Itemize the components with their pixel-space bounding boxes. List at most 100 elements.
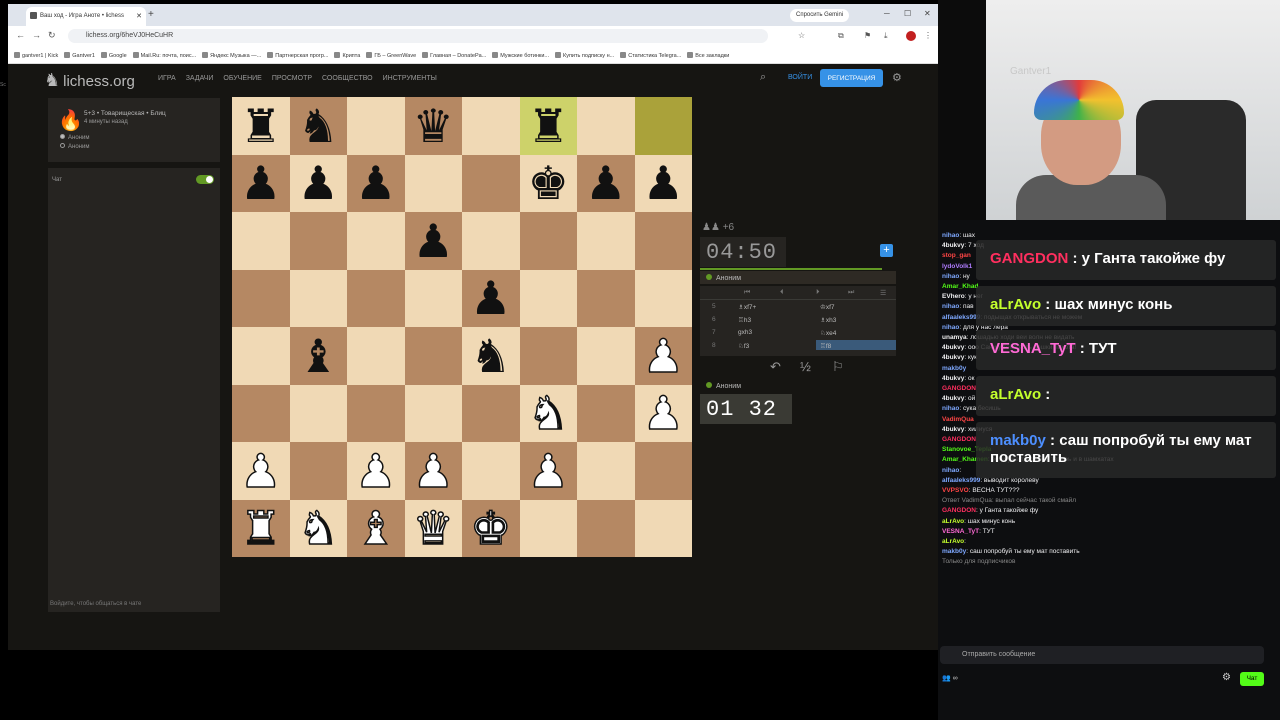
black-pawn-icon[interactable]: ♟ (355, 160, 396, 206)
chat-username[interactable]: 4bukvy (942, 354, 964, 361)
board-square[interactable]: ♝ (347, 499, 405, 557)
chat-username[interactable]: nihao (942, 232, 959, 239)
profile-avatar[interactable] (906, 31, 916, 41)
extensions-icon[interactable]: ⧉ (838, 31, 844, 41)
board-square[interactable] (577, 499, 635, 557)
chat-username[interactable]: EVhero (942, 293, 965, 300)
chat-message-input[interactable]: Отправить сообщение (940, 646, 1264, 664)
board-square[interactable] (289, 269, 347, 327)
board-square[interactable] (404, 384, 462, 442)
board-square[interactable] (347, 212, 405, 270)
board-square[interactable]: ♟ (519, 442, 577, 500)
board-square[interactable] (289, 212, 347, 270)
player-black[interactable]: Аноним (60, 143, 89, 150)
board-square[interactable] (462, 212, 520, 270)
board-square[interactable]: ♞ (289, 97, 347, 155)
takeback-icon[interactable]: ↶ (770, 359, 781, 375)
chat-username[interactable]: aLrAvo (942, 518, 964, 525)
downloads-icon[interactable]: ⤓ (884, 31, 888, 41)
board-square[interactable] (577, 97, 635, 155)
bookmark-item[interactable]: Gantver1 (64, 52, 95, 59)
board-square[interactable]: ♞ (519, 384, 577, 442)
black-knight-icon[interactable]: ♞ (298, 103, 339, 149)
black-pawn-icon[interactable]: ♟ (413, 218, 454, 264)
offer-draw-icon[interactable]: ½ (800, 359, 811, 374)
chat-username[interactable]: VadimQua (942, 416, 974, 423)
board-square[interactable] (404, 154, 462, 212)
black-pawn-icon[interactable]: ♟ (240, 160, 281, 206)
next-move-icon[interactable]: ⏵ (816, 289, 820, 297)
nav-item[interactable]: ИГРА (158, 75, 176, 82)
bookmark-item[interactable]: Крипта (334, 52, 360, 59)
board-square[interactable] (404, 327, 462, 385)
minimize-icon[interactable]: ─ (884, 9, 890, 18)
white-move[interactable]: gxh3 (738, 329, 752, 336)
board-square[interactable] (347, 327, 405, 385)
nav-item[interactable]: СООБЩЕСТВО (322, 75, 373, 82)
board-square[interactable]: ♟ (289, 154, 347, 212)
chat-username[interactable]: alfaaleks999 (942, 477, 980, 484)
chat-username[interactable]: VVPSVO (942, 487, 969, 494)
black-move[interactable]: ♔xf7 (820, 303, 835, 311)
board-square[interactable] (519, 499, 577, 557)
chat-username[interactable]: GANGDON (942, 385, 976, 392)
nav-item[interactable]: ЗАДАЧИ (186, 75, 214, 82)
board-square[interactable] (232, 384, 290, 442)
board-square[interactable]: ♟ (462, 269, 520, 327)
board-square[interactable]: ♟ (404, 212, 462, 270)
white-pawn-icon[interactable]: ♟ (527, 447, 570, 495)
board-square[interactable] (634, 97, 692, 155)
board-square[interactable] (634, 442, 692, 500)
white-pawn-icon[interactable]: ♟ (642, 332, 685, 380)
board-square[interactable] (519, 269, 577, 327)
resign-flag-icon[interactable]: ⚐ (832, 359, 844, 375)
chat-username[interactable]: 4bukvy (942, 242, 964, 249)
chess-board[interactable]: ♜ ♞ ♛ ♜ ♟ ♟ ♟ ♚ ♟ ♟ ♟ ♟ ♝ ♞ ♟ ♞ ♟ ♟ ♟ ♟ ♟ ♜ ♞ ♝ ♛ ♚ (232, 97, 692, 557)
white-pawn-icon[interactable]: ♟ (412, 447, 455, 495)
chat-settings-icon[interactable]: ⚙ (1222, 672, 1231, 683)
chat-username[interactable]: VESNA_TyT (942, 528, 979, 535)
chat-username[interactable]: stop_gan (942, 252, 971, 259)
gemini-button[interactable]: Спросить Gemini (790, 9, 850, 22)
board-square[interactable] (347, 97, 405, 155)
black-pawn-icon[interactable]: ♟ (643, 160, 684, 206)
chat-username[interactable]: nihao (942, 324, 959, 331)
search-icon[interactable]: ⌕ (760, 71, 766, 84)
forward-icon[interactable]: → (32, 30, 41, 40)
board-square[interactable] (462, 442, 520, 500)
board-square[interactable]: ♜ (519, 97, 577, 155)
chat-username[interactable]: 4bukvy (942, 344, 964, 351)
reload-icon[interactable]: ↻ (48, 30, 56, 41)
bookmark-item[interactable]: Яндекс Музыка —... (202, 52, 261, 59)
board-square[interactable] (232, 269, 290, 327)
chat-username[interactable]: alfaaleks999 (942, 314, 980, 321)
black-move[interactable]: ♗xh3 (820, 316, 836, 324)
black-queen-icon[interactable]: ♛ (413, 103, 454, 149)
board-square[interactable]: ♞ (289, 499, 347, 557)
first-move-icon[interactable]: ⏮ (744, 289, 750, 297)
board-square[interactable] (232, 327, 290, 385)
nav-item[interactable]: ОБУЧЕНИЕ (223, 75, 261, 82)
menu-icon[interactable]: ⋮ (924, 31, 932, 40)
chat-send-button[interactable]: Чат (1240, 672, 1264, 686)
bookmark-icon[interactable]: ⚑ (864, 31, 871, 40)
white-queen-icon[interactable]: ♛ (412, 505, 455, 553)
chat-username[interactable]: GANGDON (942, 507, 976, 514)
chat-username[interactable]: nihao (942, 467, 959, 474)
black-bishop-icon[interactable]: ♝ (298, 333, 339, 379)
board-square[interactable]: ♚ (462, 499, 520, 557)
add-time-icon[interactable]: + (880, 244, 893, 257)
board-square[interactable]: ♜ (232, 499, 290, 557)
board-square[interactable]: ♟ (634, 327, 692, 385)
chat-username[interactable]: unamya (942, 334, 967, 341)
settings-gear-icon[interactable]: ⚙ (892, 71, 902, 84)
black-rook-icon[interactable]: ♜ (240, 103, 281, 149)
chat-username[interactable]: nihao (942, 273, 959, 280)
site-logo[interactable]: ♞ lichess.org (44, 70, 135, 91)
star-icon[interactable]: ☆ (798, 31, 805, 40)
board-square[interactable]: ♚ (519, 154, 577, 212)
close-window-icon[interactable]: ✕ (924, 9, 931, 18)
chat-username[interactable]: 4bukvy (942, 395, 964, 402)
chat-username[interactable]: Amar_Khad (942, 283, 978, 290)
chat-username[interactable]: makb0y (942, 365, 966, 372)
